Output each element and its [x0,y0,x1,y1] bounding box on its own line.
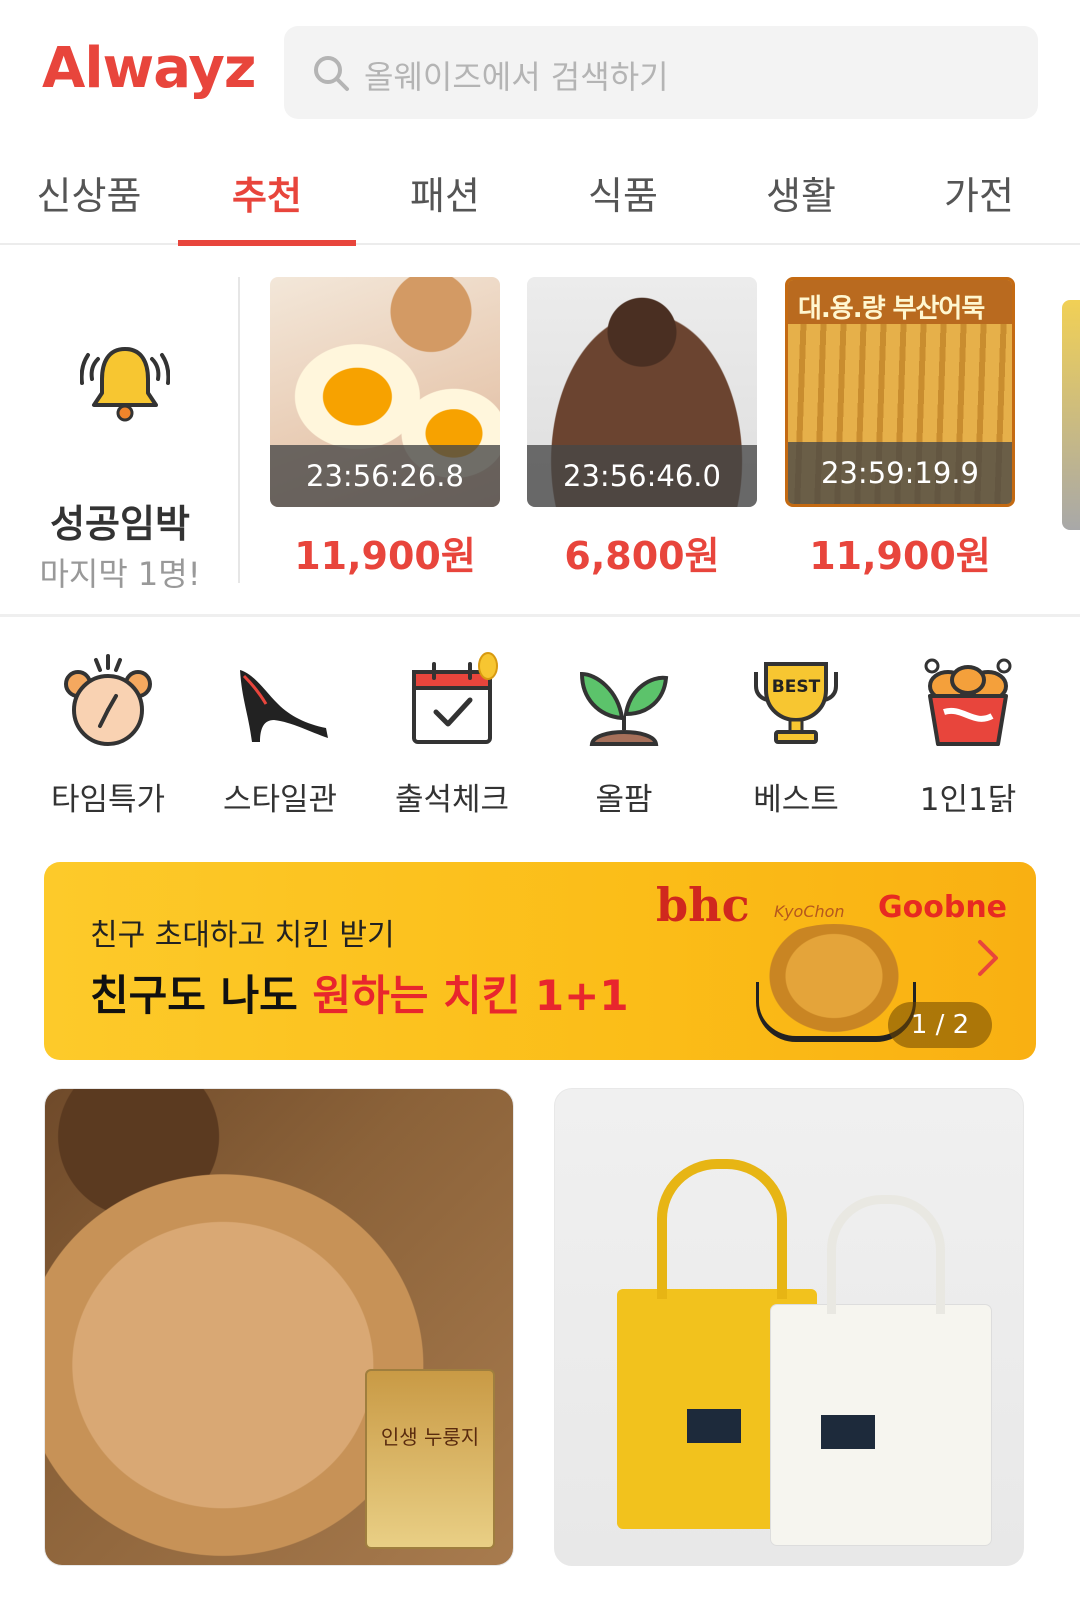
product-grid: 인생 누룽지 [0,1088,1080,1568]
high-heel-icon [240,670,328,742]
product-image-label: 대.용.량 부산어묵 [798,294,985,324]
active-tab-indicator [178,240,356,246]
kyochon-logo: KyoChon [774,902,845,921]
tab-recommended[interactable]: 추천 [178,165,356,246]
trophy-icon: BEST [754,662,838,744]
calendar-check-icon [412,652,498,744]
product-card[interactable]: 인생 누룽지 [44,1088,514,1566]
tab-new[interactable]: 신상품 [0,165,178,243]
shortcut-label: 1인1닭 [919,782,1017,818]
tab-label: 추천 [232,174,302,218]
tab-fashion[interactable]: 패션 [356,165,534,243]
shortcut-style[interactable]: 스타일관 [194,640,366,819]
deal-card[interactable]: 대.용.량 부산어묵 23:59:19.9 11,900원 [785,277,1015,580]
app-logo[interactable]: Alwayz [42,36,256,101]
shortcut-label: 타임특가 [50,782,166,818]
search-icon [314,56,349,91]
banner-title-highlight: 원하는 치킨 1+1 [312,971,629,1020]
hair-clip-image: 23:56:46.0 [527,277,757,507]
banner-title-prefix: 친구도 나도 [90,971,313,1020]
search-placeholder: 올웨이즈에서 검색하기 [364,58,669,96]
banner-pager: 1 / 2 [888,1002,992,1048]
white-tote-bag-image [771,1195,991,1545]
closing-soon-title: 성공임박 [50,502,190,546]
deal-price: 11,900원 [809,534,991,578]
shortcut-menu: 타임특가 스타일관 출석체크 올팜 BEST 베스트 1인1닭 [0,640,1080,830]
bell-icon [80,347,170,422]
rice-crisp-package: 인생 누룽지 [365,1369,495,1549]
fish-cake-image: 대.용.량 부산어묵 23:59:19.9 [785,277,1015,507]
deal-timer: 23:56:46.0 [527,445,757,507]
next-deal-card-peek[interactable] [1062,300,1080,530]
sprout-icon [579,671,669,746]
boiled-egg-image: 23:56:26.8 [270,277,500,507]
tab-label: 식품 [588,174,658,218]
tab-food[interactable]: 식품 [534,165,712,243]
package-label: 인생 누룽지 [380,1425,480,1449]
shortcut-label: 베스트 [753,782,839,818]
banner-subtitle: 친구 초대하고 치킨 받기 [90,918,395,953]
goobne-logo: Goobne [878,890,1008,925]
tab-label: 가전 [944,174,1014,218]
chicken-bucket-icon [924,658,1012,746]
closing-soon-header[interactable]: 성공임박 마지막 1명! [0,277,240,593]
shortcut-allfarm[interactable]: 올팜 [538,640,710,819]
shortcut-attendance[interactable]: 출석체크 [366,640,538,819]
tab-label: 패션 [410,174,480,218]
category-tabs: 신상품 추천 패션 식품 생활 가전 [0,155,1080,246]
best-badge-text: BEST [772,677,821,697]
banner-title: 친구도 나도 원하는 치킨 1+1 [90,962,629,1023]
bag-tag [821,1415,875,1449]
deal-card[interactable]: 23:56:26.8 11,900원 [270,277,500,580]
deal-timer: 23:56:26.8 [270,445,500,507]
chevron-right-icon[interactable] [968,938,1008,978]
shortcut-time-deal[interactable]: 타임특가 [22,640,194,819]
invite-promo-banner[interactable]: 친구 초대하고 치킨 받기 친구도 나도 원하는 치킨 1+1 bhc KyoC… [44,862,1036,1060]
closing-soon-deals: 성공임박 마지막 1명! 23:56:26.8 11,900원 23:56:46… [0,247,1080,617]
shortcut-chicken[interactable]: 1인1닭 [882,640,1054,819]
search-bar[interactable]: 올웨이즈에서 검색하기 [284,26,1038,119]
deal-price: 11,900원 [294,534,476,578]
tab-appliances[interactable]: 가전 [890,165,1068,243]
shortcut-label: 스타일관 [222,782,338,818]
shortcut-label: 출석체크 [394,782,510,818]
tab-label: 신상품 [36,174,142,218]
bag-tag [687,1409,741,1443]
product-card[interactable] [554,1088,1024,1566]
deal-price: 6,800원 [564,534,720,578]
deal-card[interactable]: 23:56:46.0 6,800원 [527,277,757,580]
tab-living[interactable]: 생활 [712,165,890,243]
deal-timer: 23:59:19.9 [788,442,1012,504]
alarm-clock-icon [64,654,152,746]
shortcut-best[interactable]: BEST 베스트 [710,640,882,819]
shortcut-label: 올팜 [595,782,653,818]
app-header: Alwayz 올웨이즈에서 검색하기 [0,0,1080,145]
bhc-logo: bhc [656,878,750,932]
tab-label: 생활 [766,174,836,218]
closing-soon-subtitle: 마지막 1명! [39,555,201,593]
